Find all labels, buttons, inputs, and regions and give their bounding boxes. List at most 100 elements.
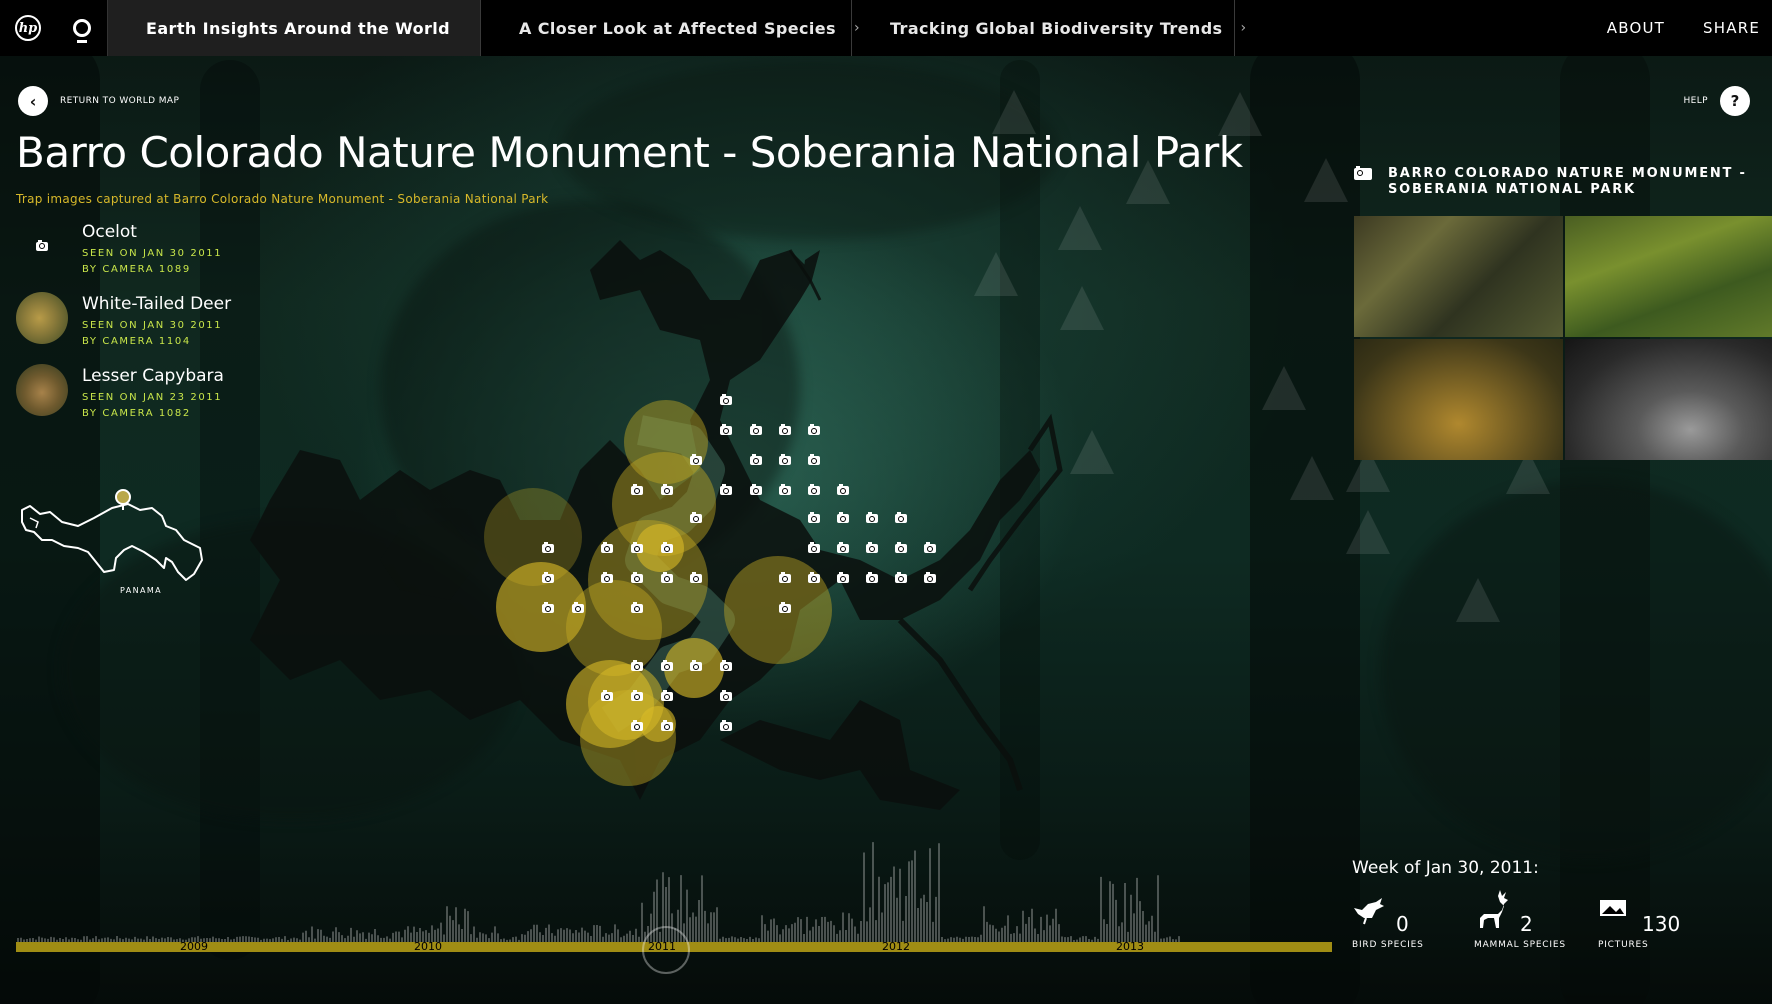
sighting-item[interactable]: White-Tailed Deer SEEN ON JAN 30 2011 BY… bbox=[16, 292, 231, 364]
trap-photo[interactable] bbox=[1565, 339, 1772, 460]
species-name: Ocelot bbox=[82, 222, 137, 242]
timeline-year: 2012 bbox=[882, 940, 910, 953]
camera-trap-marker[interactable] bbox=[808, 512, 820, 523]
camera-trap-marker[interactable] bbox=[601, 690, 613, 701]
return-to-world-map[interactable]: ‹ RETURN TO WORLD MAP bbox=[18, 86, 179, 116]
camera-trap-marker[interactable] bbox=[690, 572, 702, 583]
camera-trap-marker[interactable] bbox=[866, 512, 878, 523]
tab-affected-species[interactable]: A Closer Look at Affected Species › bbox=[481, 0, 860, 56]
back-arrow-icon[interactable]: ‹ bbox=[18, 86, 48, 116]
country-minimap[interactable]: PANAMA bbox=[16, 488, 206, 602]
camera-trap-marker[interactable] bbox=[542, 542, 554, 553]
activity-hotspot[interactable] bbox=[636, 524, 684, 572]
camera-trap-marker[interactable] bbox=[661, 720, 673, 731]
camera-trap-marker[interactable] bbox=[866, 572, 878, 583]
camera-trap-marker[interactable] bbox=[661, 484, 673, 495]
camera-trap-marker[interactable] bbox=[661, 572, 673, 583]
trap-photo[interactable] bbox=[1354, 339, 1563, 460]
camera-trap-marker[interactable] bbox=[631, 690, 643, 701]
country-label: PANAMA bbox=[120, 586, 163, 595]
camera-trap-marker[interactable] bbox=[808, 454, 820, 465]
help-label[interactable]: HELP bbox=[1684, 96, 1709, 106]
camera-trap-marker[interactable] bbox=[808, 424, 820, 435]
camera-trap-marker[interactable] bbox=[895, 542, 907, 553]
sighting-item[interactable]: Lesser Capybara SEEN ON JAN 23 2011 BY C… bbox=[16, 364, 231, 436]
camera-trap-marker[interactable] bbox=[779, 602, 791, 613]
camera-trap-marker[interactable] bbox=[808, 484, 820, 495]
camera-trap-marker[interactable] bbox=[720, 424, 732, 435]
camera-trap-marker[interactable] bbox=[690, 512, 702, 523]
camera-trap-marker[interactable] bbox=[601, 572, 613, 583]
camera-trap-marker[interactable] bbox=[631, 602, 643, 613]
species-name: Lesser Capybara bbox=[82, 366, 224, 386]
camera-trap-marker[interactable] bbox=[661, 690, 673, 701]
camera-trap-marker[interactable] bbox=[750, 424, 762, 435]
sighting-date: SEEN ON JAN 30 2011 bbox=[82, 248, 223, 259]
bird-icon bbox=[1354, 898, 1384, 925]
help-control[interactable]: HELP ? bbox=[1684, 86, 1750, 116]
camera-trap-marker[interactable] bbox=[720, 720, 732, 731]
camera-trap-marker[interactable] bbox=[720, 690, 732, 701]
camera-trap-marker[interactable] bbox=[924, 572, 936, 583]
sighting-date: SEEN ON JAN 30 2011 bbox=[82, 320, 223, 331]
tab-earth-insights[interactable]: Earth Insights Around the World bbox=[108, 0, 481, 56]
camera-trap-marker[interactable] bbox=[837, 512, 849, 523]
camera-trap-marker[interactable] bbox=[808, 572, 820, 583]
share-link[interactable]: SHARE bbox=[1703, 19, 1760, 37]
camera-trap-marker[interactable] bbox=[837, 484, 849, 495]
camera-trap-marker[interactable] bbox=[750, 454, 762, 465]
timeline-scrubber-handle[interactable] bbox=[642, 926, 690, 974]
tab-biodiversity-trends[interactable]: Tracking Global Biodiversity Trends › bbox=[852, 0, 1246, 56]
camera-trap-marker[interactable] bbox=[837, 572, 849, 583]
camera-trap-marker[interactable] bbox=[750, 484, 762, 495]
camera-trap-marker[interactable] bbox=[690, 454, 702, 465]
camera-trap-marker[interactable] bbox=[661, 660, 673, 671]
camera-trap-marker[interactable] bbox=[631, 542, 643, 553]
brand-logo-icon[interactable] bbox=[56, 0, 108, 56]
trap-photo[interactable] bbox=[1565, 216, 1772, 337]
top-navigation-bar: hp Earth Insights Around the World A Clo… bbox=[0, 0, 1772, 56]
camera-trap-marker[interactable] bbox=[542, 602, 554, 613]
camera-trap-marker[interactable] bbox=[601, 542, 613, 553]
help-icon[interactable]: ? bbox=[1720, 86, 1750, 116]
camera-trap-marker[interactable] bbox=[572, 602, 584, 613]
camera-trap-marker[interactable] bbox=[631, 720, 643, 731]
camera-trap-marker[interactable] bbox=[631, 660, 643, 671]
activity-hotspot[interactable] bbox=[724, 556, 832, 664]
about-link[interactable]: ABOUT bbox=[1607, 19, 1665, 37]
trap-photo[interactable] bbox=[1354, 216, 1563, 337]
camera-trap-marker[interactable] bbox=[631, 484, 643, 495]
sighting-camera: BY CAMERA 1104 bbox=[82, 336, 191, 347]
timeline-year: 2013 bbox=[1116, 940, 1144, 953]
camera-trap-marker[interactable] bbox=[720, 484, 732, 495]
camera-trap-marker[interactable] bbox=[779, 484, 791, 495]
camera-trap-marker[interactable] bbox=[924, 542, 936, 553]
tab-label: Tracking Global Biodiversity Trends bbox=[890, 18, 1223, 38]
camera-trap-marker[interactable] bbox=[690, 660, 702, 671]
bird-species-count: 0 bbox=[1396, 912, 1409, 936]
activity-hotspot[interactable] bbox=[588, 664, 664, 740]
camera-trap-marker[interactable] bbox=[661, 542, 673, 553]
trap-image-gallery bbox=[1354, 216, 1772, 460]
species-thumbnail bbox=[16, 364, 68, 416]
sighting-item[interactable]: Ocelot SEEN ON JAN 30 2011 BY CAMERA 108… bbox=[16, 220, 231, 292]
camera-trap-marker[interactable] bbox=[720, 660, 732, 671]
return-label[interactable]: RETURN TO WORLD MAP bbox=[60, 96, 179, 106]
camera-trap-marker[interactable] bbox=[631, 572, 643, 583]
camera-trap-marker[interactable] bbox=[779, 572, 791, 583]
camera-trap-marker[interactable] bbox=[542, 572, 554, 583]
camera-trap-marker[interactable] bbox=[895, 572, 907, 583]
picture-icon bbox=[1600, 900, 1626, 916]
camera-trap-marker[interactable] bbox=[895, 512, 907, 523]
camera-trap-marker[interactable] bbox=[779, 424, 791, 435]
camera-trap-marker[interactable] bbox=[779, 454, 791, 465]
species-thumbnail bbox=[16, 292, 68, 344]
bird-species-label: BIRD SPECIES bbox=[1352, 940, 1424, 950]
camera-trap-marker[interactable] bbox=[837, 542, 849, 553]
camera-trap-marker[interactable] bbox=[866, 542, 878, 553]
hp-logo[interactable]: hp bbox=[0, 0, 56, 56]
pictures-count: 130 bbox=[1642, 912, 1681, 936]
camera-trap-marker[interactable] bbox=[720, 394, 732, 405]
camera-trap-marker[interactable] bbox=[808, 542, 820, 553]
camera-icon bbox=[1354, 166, 1372, 180]
